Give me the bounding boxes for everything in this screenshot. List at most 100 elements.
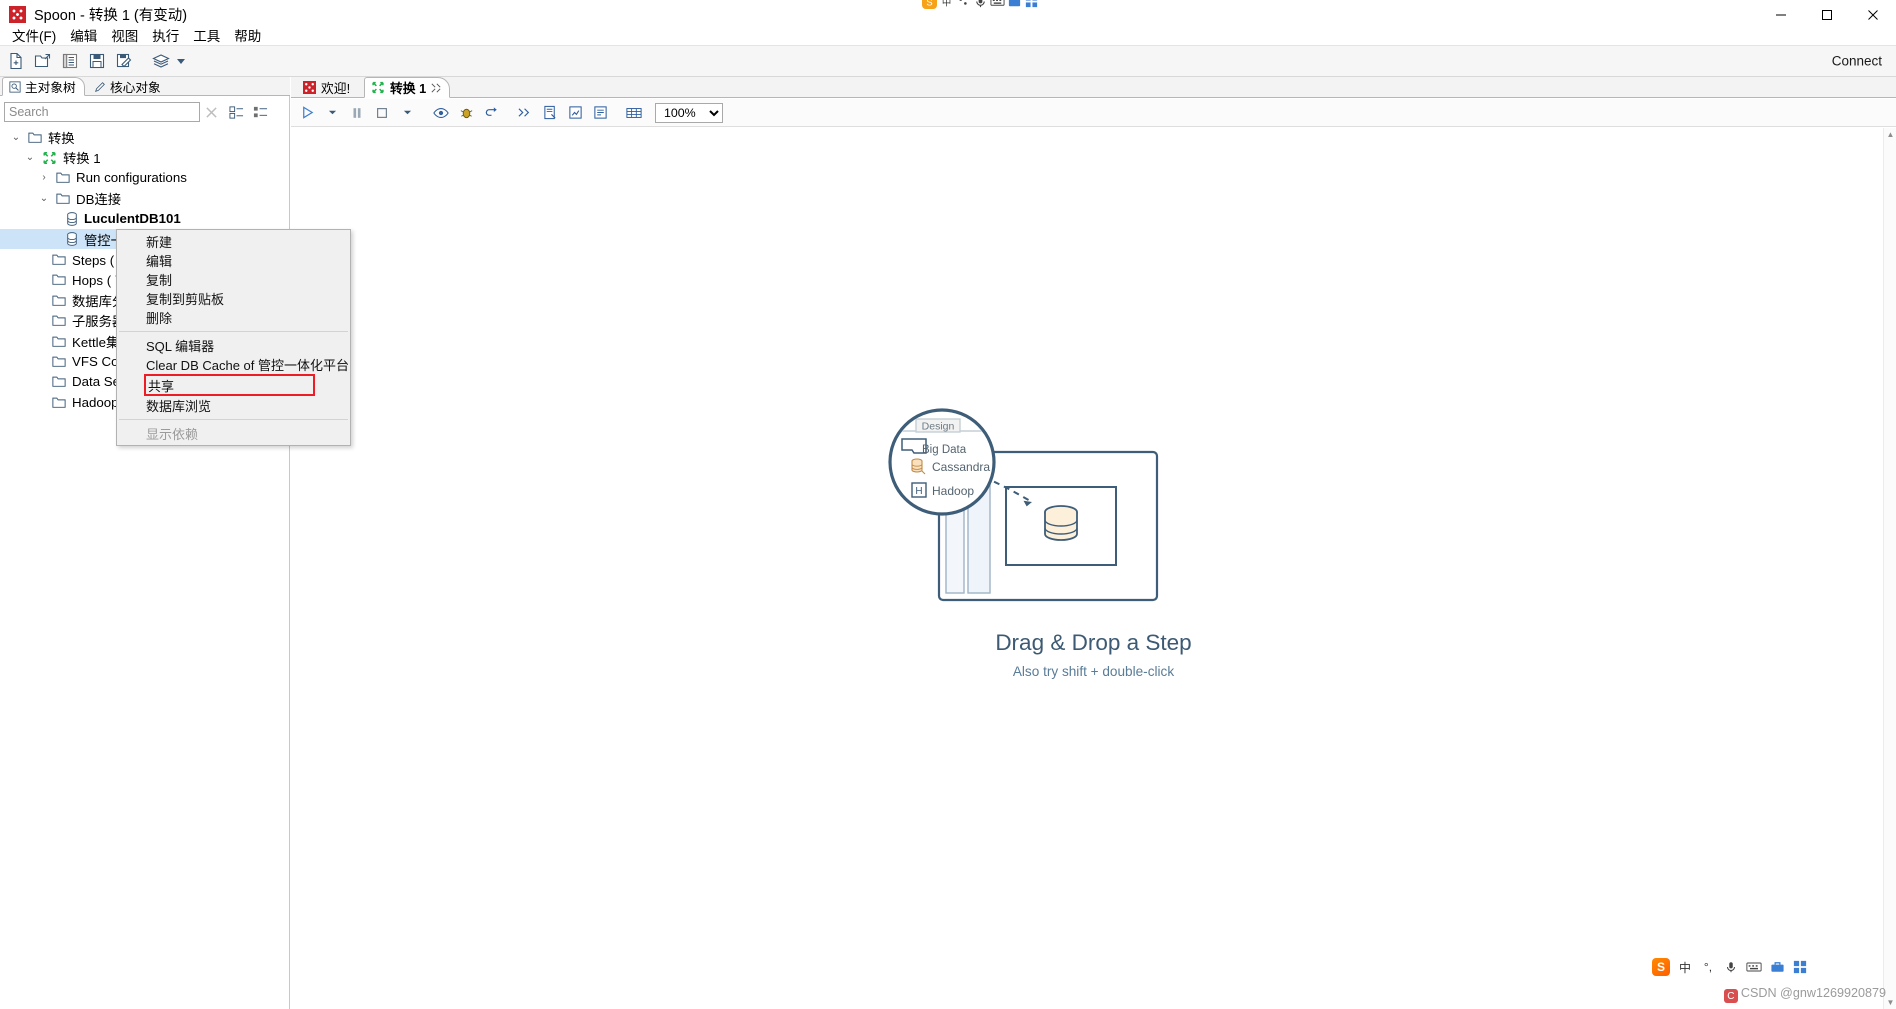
debug-button[interactable]	[454, 102, 478, 124]
editor-area: 欢迎! 转换 1	[291, 77, 1896, 1009]
expand-all-icon[interactable]	[226, 102, 246, 122]
tray-punctuation-icon[interactable]	[956, 0, 971, 9]
transformation-settings-button[interactable]	[538, 102, 562, 124]
menu-edit[interactable]: 编辑	[63, 24, 104, 46]
chevron-down-icon[interactable]: ⌄	[10, 132, 22, 143]
ime-punctuation-toggle[interactable]: °,	[1700, 959, 1716, 975]
ctx-sql-editor[interactable]: SQL 编辑器	[117, 336, 350, 355]
tray-keyboard-icon[interactable]	[990, 0, 1005, 9]
menu-help[interactable]: 帮助	[227, 24, 268, 46]
svg-text:中: 中	[942, 0, 951, 7]
tab-welcome-label: 欢迎!	[321, 78, 350, 97]
ctx-edit[interactable]: 编辑	[117, 251, 350, 270]
tray-toolbox-icon[interactable]	[1007, 0, 1022, 9]
folder-icon	[52, 273, 66, 286]
explore-repository-button[interactable]	[57, 49, 82, 74]
clear-search-icon[interactable]	[200, 102, 222, 122]
ctx-clear-db-cache[interactable]: Clear DB Cache of 管控一体化平台	[117, 355, 350, 374]
watermark: CCSDN @gnw1269920879	[1724, 986, 1886, 1004]
ime-toolbox-icon[interactable]	[1769, 959, 1785, 975]
zoom-select[interactable]: 25%50%75%100%150%200%400%	[655, 103, 723, 123]
tab-core-objects-label: 核心对象	[110, 77, 161, 96]
show-impact-button[interactable]	[563, 102, 587, 124]
ime-toolbar: S 中 °,	[1652, 958, 1808, 976]
ime-menu-icon[interactable]	[1792, 959, 1808, 975]
folder-icon	[52, 253, 66, 266]
scroll-up-icon[interactable]: ▲	[1884, 128, 1896, 141]
tree-node-transformations[interactable]: ⌄ 转换	[0, 127, 288, 147]
chevron-down-icon[interactable]: ⌄	[24, 152, 36, 163]
stop-button[interactable]	[370, 102, 394, 124]
ime-logo-icon[interactable]: S	[1652, 958, 1670, 976]
tab-core-objects[interactable]: 核心对象	[88, 77, 169, 96]
tab-transformation-1[interactable]: 转换 1	[364, 77, 450, 98]
chevron-right-icon[interactable]: ›	[38, 172, 50, 183]
connect-label[interactable]: Connect	[1832, 54, 1882, 69]
main-toolbar: Connect	[0, 45, 1896, 77]
menu-run[interactable]: 执行	[145, 24, 186, 46]
menu-file[interactable]: 文件(F)	[5, 24, 63, 46]
ime-voice-input[interactable]	[1723, 959, 1739, 975]
tab-main-object-tree-label: 主对象树	[25, 77, 76, 96]
tray-chinese-mode-icon[interactable]: 中	[939, 0, 954, 9]
left-panel: 主对象树 核心对象 ⌄	[0, 77, 290, 1009]
replay-button[interactable]	[479, 102, 503, 124]
get-sql-button[interactable]	[588, 102, 612, 124]
chevron-down-icon[interactable]: ⌄	[38, 193, 50, 204]
preview-button[interactable]	[429, 102, 453, 124]
layers-button[interactable]	[148, 49, 173, 74]
database-context-menu: 新建 编辑 复制 复制到剪贴板 删除 SQL 编辑器 Clear DB Cach…	[116, 229, 351, 446]
context-menu-separator	[119, 331, 348, 332]
tray-menu-icon[interactable]	[1024, 0, 1039, 9]
ctx-explore-database[interactable]: 数据库浏览	[117, 396, 350, 415]
menu-tools[interactable]: 工具	[186, 24, 227, 46]
pause-button[interactable]	[345, 102, 369, 124]
transformation-icon	[371, 81, 385, 94]
hide-inactive-button[interactable]	[513, 102, 537, 124]
canvas-empty-hint: Design Big Data Cassandra	[884, 399, 1304, 679]
ctx-delete[interactable]: 删除	[117, 308, 350, 327]
tree-icon	[9, 81, 21, 93]
run-options-caret[interactable]	[320, 102, 344, 124]
collapse-all-icon[interactable]	[250, 102, 270, 122]
new-file-button[interactable]	[3, 49, 28, 74]
tray-mic-icon[interactable]	[973, 0, 988, 9]
save-button[interactable]	[84, 49, 109, 74]
chevron-down-icon[interactable]	[177, 59, 185, 64]
magnifier-item-cassandra: Cassandra	[932, 460, 990, 474]
tab-main-object-tree[interactable]: 主对象树	[2, 77, 85, 96]
folder-icon	[52, 375, 66, 388]
menu-view[interactable]: 视图	[104, 24, 145, 46]
tree-node-transformation-1[interactable]: ⌄ 转换 1	[0, 147, 288, 167]
ime-language-toggle[interactable]: 中	[1677, 959, 1693, 975]
folder-icon	[56, 192, 70, 205]
database-icon	[66, 212, 78, 226]
ctx-share[interactable]: 共享	[144, 374, 315, 396]
tree-node-run-configurations[interactable]: › Run configurations	[0, 168, 288, 188]
ctx-new[interactable]: 新建	[117, 232, 350, 251]
tree-node-label: DB连接	[76, 189, 121, 208]
canvas-vertical-scrollbar[interactable]: ▲ ▼	[1883, 128, 1896, 1009]
tree-node-luculentdb101[interactable]: LuculentDB101	[0, 209, 288, 229]
run-button[interactable]	[295, 102, 319, 124]
stop-options-caret[interactable]	[395, 102, 419, 124]
ctx-duplicate[interactable]: 复制	[117, 270, 350, 289]
tab-welcome[interactable]: 欢迎!	[297, 77, 358, 98]
ctx-copy-to-clipboard[interactable]: 复制到剪贴板	[117, 289, 350, 308]
close-icon[interactable]	[431, 83, 441, 93]
save-as-button[interactable]	[111, 49, 136, 74]
left-panel-tabstrip: 主对象树 核心对象	[0, 77, 290, 96]
grid-button[interactable]	[622, 102, 646, 124]
ime-keyboard-icon[interactable]	[1746, 959, 1762, 975]
svg-text:S: S	[926, 0, 932, 7]
search-input[interactable]	[4, 102, 200, 122]
context-menu-separator	[119, 419, 348, 420]
tree-node-db-connections[interactable]: ⌄ DB连接	[0, 188, 288, 208]
tray-sogou-icon[interactable]: S	[922, 0, 937, 9]
csdn-logo-icon: C	[1724, 989, 1738, 1003]
folder-icon	[52, 314, 66, 327]
svg-text:H: H	[915, 486, 922, 497]
open-file-button[interactable]	[30, 49, 55, 74]
transformation-canvas[interactable]: Design Big Data Cassandra	[291, 128, 1896, 1009]
window-title: Spoon - 转换 1 (有变动)	[34, 4, 187, 25]
